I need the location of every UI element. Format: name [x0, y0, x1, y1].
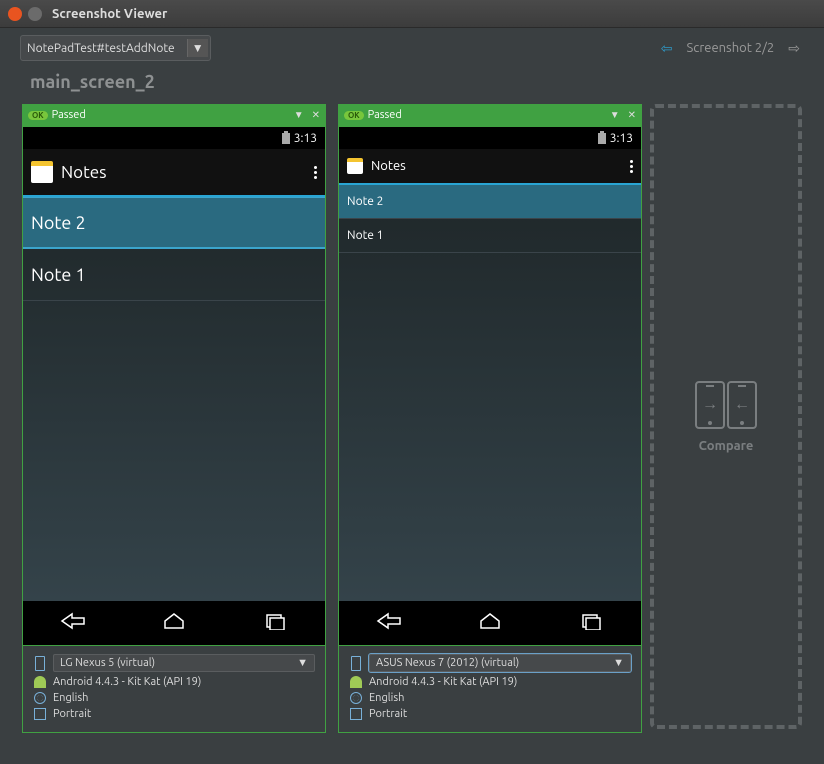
- battery-icon: [598, 133, 606, 144]
- os-label: Android 4.4.3 - Kit Kat (API 19): [369, 676, 517, 688]
- device-dropdown[interactable]: LG Nexus 5 (virtual) ▼: [53, 654, 315, 672]
- panel-meta: LG Nexus 5 (virtual) ▼ Android 4.4.3 - K…: [22, 646, 326, 733]
- panel-header: OK Passed ▼ ✕: [22, 104, 326, 126]
- language-label: English: [369, 692, 404, 704]
- test-dropdown[interactable]: NotePadTest#testAddNote ▼: [20, 35, 211, 61]
- android-status-bar: 3:13: [339, 127, 641, 149]
- compare-label: Compare: [699, 439, 754, 453]
- panel-close-icon[interactable]: ✕: [628, 109, 636, 121]
- panel-close-icon[interactable]: ✕: [312, 109, 320, 121]
- list-item[interactable]: Note 1: [339, 219, 641, 253]
- panel-status: Passed: [368, 109, 402, 121]
- orientation-label: Portrait: [53, 708, 91, 720]
- back-icon[interactable]: [60, 612, 86, 634]
- nav-prev-button[interactable]: ⇦: [657, 38, 677, 59]
- device-panel: OK Passed ▼ ✕ 3:13 Notes Note 2Note 1 LG…: [22, 104, 326, 733]
- orientation-icon: [349, 708, 363, 720]
- language-label: English: [53, 692, 88, 704]
- notepad-icon: [347, 158, 363, 174]
- test-dropdown-label: NotePadTest#testAddNote: [27, 42, 175, 55]
- compare-dropzone[interactable]: → ← Compare: [650, 104, 802, 729]
- list-item[interactable]: Note 1: [23, 249, 325, 301]
- clock-time: 3:13: [294, 132, 317, 145]
- orientation-label: Portrait: [369, 708, 407, 720]
- panel-menu-icon[interactable]: ▼: [294, 109, 304, 121]
- list-item[interactable]: Note 2: [23, 197, 325, 249]
- android-icon: [349, 676, 363, 688]
- status-badge: OK: [28, 111, 48, 120]
- device-name: LG Nexus 5 (virtual): [60, 657, 155, 669]
- device-icon: [349, 656, 363, 671]
- titlebar: Screenshot Viewer: [0, 0, 824, 28]
- panel-header: OK Passed ▼ ✕: [338, 104, 642, 126]
- app-bar: Notes: [23, 149, 325, 197]
- clock-time: 3:13: [610, 132, 633, 145]
- globe-icon: [33, 692, 47, 704]
- notepad-icon: [31, 161, 53, 183]
- panel-meta: ASUS Nexus 7 (2012) (virtual) ▼ Android …: [338, 646, 642, 733]
- os-label: Android 4.4.3 - Kit Kat (API 19): [53, 676, 201, 688]
- window-minimize-button[interactable]: [28, 7, 42, 21]
- nav-next-button[interactable]: ⇨: [784, 38, 804, 59]
- chevron-down-icon: ▼: [297, 657, 308, 669]
- battery-icon: [282, 133, 290, 144]
- toolbar: NotePadTest#testAddNote ▼ ⇦ Screenshot 2…: [0, 28, 824, 68]
- device-icon: [33, 656, 47, 671]
- overflow-menu-icon[interactable]: [314, 166, 317, 179]
- window-title: Screenshot Viewer: [52, 7, 167, 21]
- chevron-down-icon: ▼: [613, 657, 624, 669]
- panel-menu-icon[interactable]: ▼: [610, 109, 620, 121]
- android-nav-bar: [23, 601, 325, 645]
- overflow-menu-icon[interactable]: [630, 160, 633, 173]
- status-badge: OK: [344, 111, 364, 120]
- globe-icon: [349, 692, 363, 704]
- android-nav-bar: [339, 601, 641, 645]
- app-title: Notes: [371, 159, 406, 173]
- home-icon[interactable]: [161, 612, 187, 634]
- android-status-bar: 3:13: [23, 127, 325, 149]
- device-panel: OK Passed ▼ ✕ 3:13 Notes Note 2Note 1 AS…: [338, 104, 642, 733]
- recents-icon[interactable]: [578, 612, 604, 634]
- chevron-down-icon: ▼: [187, 39, 208, 57]
- compare-icon: → ←: [695, 381, 757, 429]
- list-item[interactable]: Note 2: [339, 185, 641, 219]
- home-icon[interactable]: [477, 612, 503, 634]
- notes-list: Note 2Note 1: [23, 197, 325, 601]
- screen-name: main_screen_2: [0, 68, 824, 104]
- app-bar: Notes: [339, 149, 641, 185]
- notes-list: Note 2Note 1: [339, 185, 641, 601]
- window-close-button[interactable]: [8, 7, 22, 21]
- screenshot-counter: Screenshot 2/2: [687, 41, 775, 55]
- device-dropdown[interactable]: ASUS Nexus 7 (2012) (virtual) ▼: [369, 654, 631, 672]
- device-screenshot: 3:13 Notes Note 2Note 1: [338, 126, 642, 646]
- app-title: Notes: [61, 163, 107, 182]
- orientation-icon: [33, 708, 47, 720]
- recents-icon[interactable]: [262, 612, 288, 634]
- device-name: ASUS Nexus 7 (2012) (virtual): [376, 657, 519, 669]
- panel-status: Passed: [52, 109, 86, 121]
- device-screenshot: 3:13 Notes Note 2Note 1: [22, 126, 326, 646]
- android-icon: [33, 676, 47, 688]
- content-area: OK Passed ▼ ✕ 3:13 Notes Note 2Note 1 LG…: [0, 104, 824, 733]
- back-icon[interactable]: [376, 612, 402, 634]
